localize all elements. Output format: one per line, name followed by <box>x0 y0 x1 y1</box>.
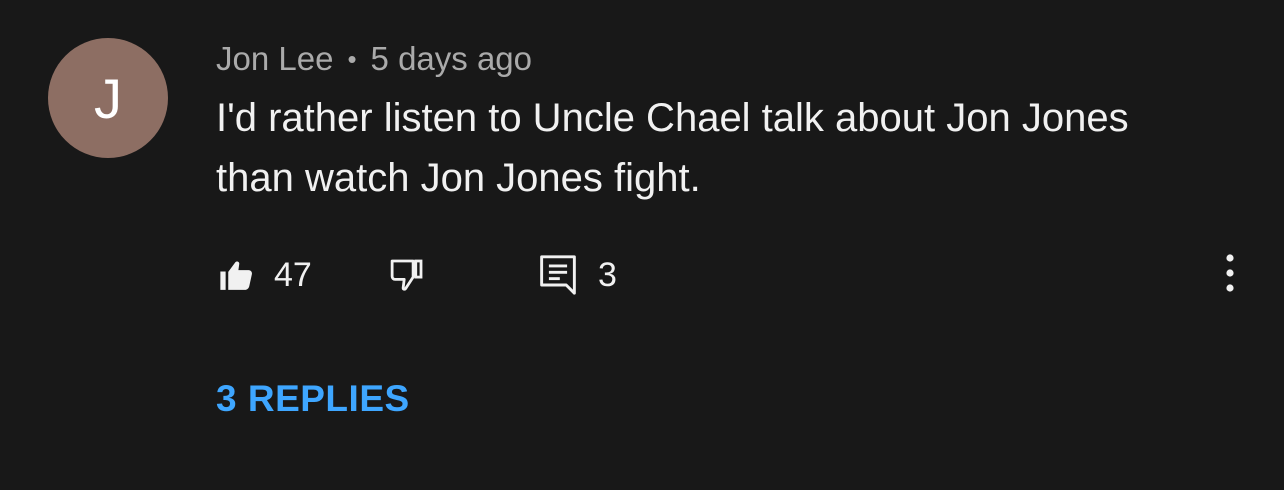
dislike-button[interactable] <box>386 250 428 300</box>
more-vertical-icon <box>1224 253 1236 298</box>
thumbs-up-icon <box>216 254 258 296</box>
reply-count: 3 <box>598 255 617 294</box>
comment-text: I'd rather listen to Uncle Chael talk ab… <box>216 96 1129 200</box>
like-count: 47 <box>274 255 312 294</box>
thumbs-down-icon <box>386 254 428 296</box>
reply-button[interactable]: 3 <box>538 250 617 300</box>
like-button[interactable]: 47 <box>216 250 312 300</box>
comment-icon <box>538 253 578 297</box>
view-replies-link[interactable]: 3 REPLIES <box>216 378 410 420</box>
comment-timestamp[interactable]: 5 days ago <box>371 40 532 78</box>
meta-separator: • <box>347 43 357 74</box>
more-options-button[interactable] <box>1210 250 1250 300</box>
comment-actions: 47 3 <box>216 250 1256 300</box>
author-name[interactable]: Jon Lee <box>216 40 333 78</box>
avatar-initial: J <box>94 66 122 130</box>
comment-item: J Jon Lee • 5 days ago I'd rather listen… <box>0 0 1284 490</box>
comment-header: Jon Lee • 5 days ago <box>216 38 532 80</box>
avatar[interactable]: J <box>48 38 168 158</box>
